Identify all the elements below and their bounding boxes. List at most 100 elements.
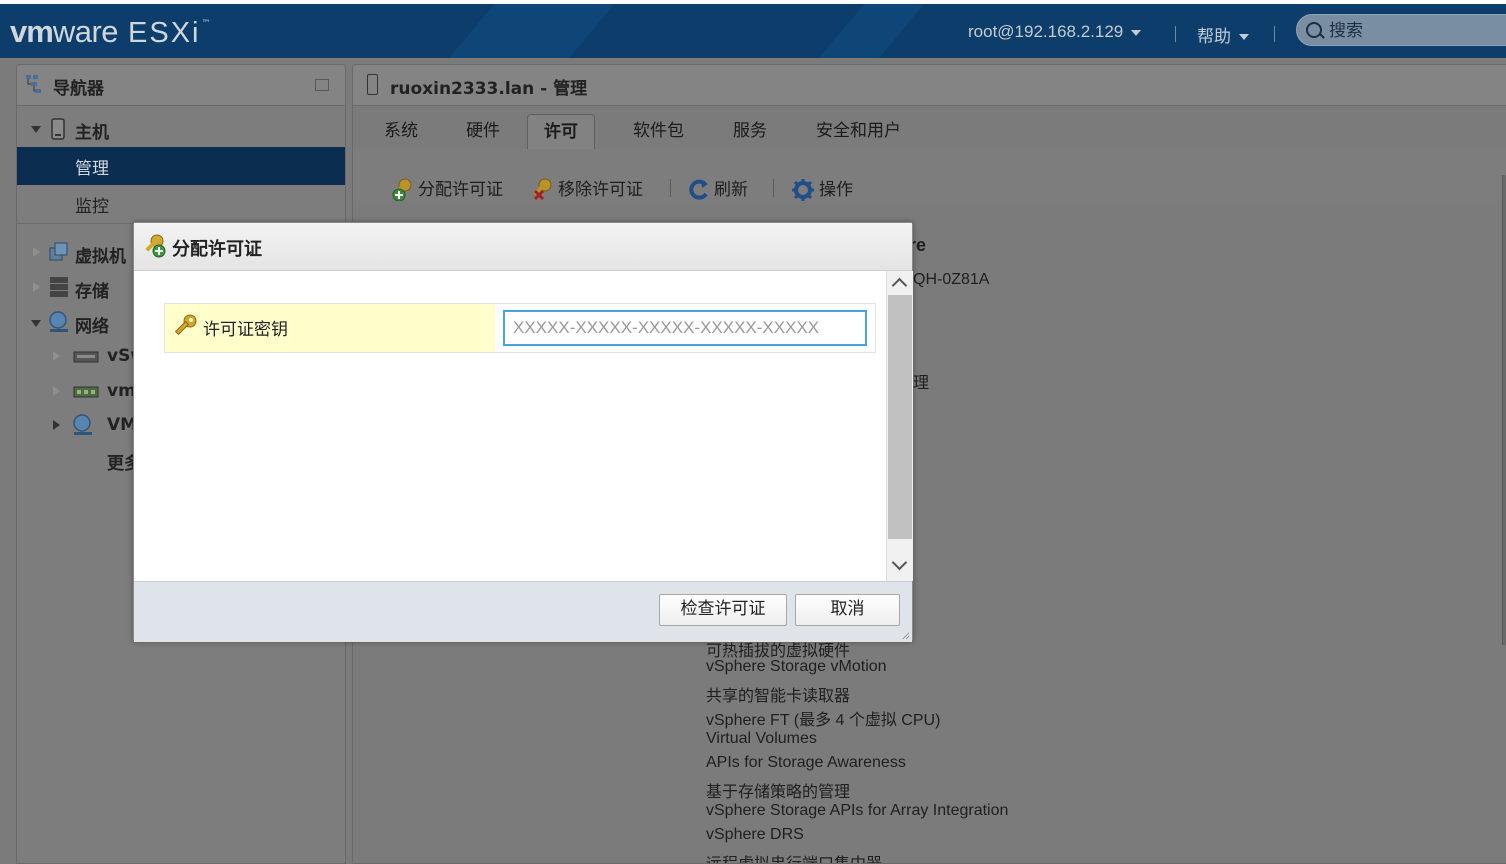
- logo-trademark: ™: [201, 19, 211, 29]
- dialog-footer: 检查许可证 取消: [134, 581, 912, 642]
- toolbar-divider: [773, 179, 774, 197]
- host-icon: [51, 118, 65, 140]
- nav-item-host[interactable]: 主机: [17, 111, 345, 147]
- scroll-down-icon[interactable]: [891, 554, 908, 571]
- main-header: ruoxin2333.lan - 管理: [353, 65, 1506, 106]
- remove-license-button[interactable]: 移除许可证: [530, 175, 643, 202]
- port-group-icon: [73, 414, 92, 435]
- license-key-input[interactable]: [503, 310, 867, 346]
- tab-packages[interactable]: 软件包: [617, 114, 700, 149]
- help-menu-label: 帮助: [1197, 27, 1231, 47]
- gear-icon: [792, 179, 814, 201]
- toolbar-label: 分配许可证: [418, 180, 503, 200]
- license-key-label-cell: 许可证密钥: [165, 304, 495, 352]
- feature-item: vSphere Storage vMotion: [706, 658, 887, 675]
- tab-label: 服务: [733, 121, 767, 141]
- expand-arrow-icon[interactable]: [31, 126, 41, 133]
- toolbar-label: 移除许可证: [558, 180, 643, 200]
- nic-icon: [73, 386, 99, 398]
- expand-arrow-icon[interactable]: [53, 386, 60, 396]
- vmware-esxi-logo: vm ware ESXi ™: [10, 14, 211, 50]
- nav-item-label: 主机: [75, 123, 109, 143]
- top-header-bar: vm ware ESXi ™ root@192.168.2.129 帮助: [0, 0, 1506, 58]
- logo-vm-text: vm: [10, 14, 54, 49]
- expand-arrow-icon[interactable]: [31, 320, 41, 327]
- user-menu-label: root@192.168.2.129: [968, 22, 1124, 41]
- dialog-header: 分配许可证: [134, 223, 912, 271]
- dialog-title: 分配许可证: [172, 239, 262, 260]
- dialog-body: 许可证密钥: [134, 271, 886, 581]
- tree-icon: [26, 75, 41, 93]
- feature-item: vSphere DRS: [706, 826, 804, 843]
- tab-licensing[interactable]: 许可: [527, 114, 595, 150]
- feature-item: 远程虚拟串行端口集中器: [706, 854, 883, 864]
- tab-label: 安全和用户: [816, 121, 901, 141]
- help-menu[interactable]: 帮助: [1197, 22, 1249, 47]
- search-box[interactable]: [1296, 14, 1506, 46]
- key-remove-icon: [533, 178, 552, 201]
- key-add-icon: [392, 178, 412, 202]
- toolbar: 分配许可证 移除许可证 刷新 操作: [353, 149, 1506, 202]
- toolbar-label: 刷新: [714, 180, 748, 200]
- toolbar-divider: [670, 179, 671, 197]
- check-license-button[interactable]: 检查许可证: [659, 594, 787, 626]
- scrollbar-thumb[interactable]: [888, 295, 912, 539]
- header-divider: [1274, 26, 1275, 42]
- expand-arrow-icon[interactable]: [53, 351, 60, 361]
- scroll-up-icon[interactable]: [891, 277, 908, 294]
- search-icon: [1306, 22, 1322, 38]
- license-key-value: QH-0Z81A: [913, 271, 990, 288]
- navigator-header: 导航器: [17, 65, 345, 106]
- nav-item-manage[interactable]: 管理: [17, 147, 345, 185]
- search-input[interactable]: [1327, 19, 1501, 43]
- resize-grip-icon[interactable]: [902, 632, 909, 639]
- feature-item: vSphere Storage APIs for Array Integrati…: [706, 802, 1009, 819]
- assign-license-button[interactable]: 分配许可证: [390, 175, 503, 202]
- toolbar-label: 操作: [819, 180, 853, 200]
- feature-item: APIs for Storage Awareness: [706, 754, 906, 771]
- nav-item-label: 存储: [75, 282, 109, 302]
- virtual-machine-icon: [49, 242, 68, 261]
- tab-label: 许可: [544, 122, 578, 142]
- feature-item: 基于存储策略的管理: [706, 782, 851, 801]
- header-decoration: [445, 4, 615, 58]
- nav-item-monitor[interactable]: 监控: [17, 185, 345, 221]
- license-key-label: 许可证密钥: [203, 320, 288, 340]
- expand-arrow-icon[interactable]: [53, 420, 60, 430]
- refresh-button[interactable]: 刷新: [688, 175, 748, 202]
- refresh-icon: [689, 179, 708, 200]
- page-title: ruoxin2333.lan - 管理: [390, 79, 588, 99]
- feature-item: Virtual Volumes: [706, 730, 817, 747]
- virtual-switch-icon: [73, 351, 99, 363]
- header-decoration: [815, 4, 925, 58]
- expand-arrow-icon[interactable]: [33, 247, 40, 257]
- key-icon: [174, 314, 197, 336]
- dialog-scrollbar[interactable]: [886, 271, 913, 581]
- header-divider: [1175, 26, 1176, 42]
- license-key-row: 许可证密钥: [164, 303, 876, 353]
- expand-arrow-icon[interactable]: [33, 282, 40, 292]
- main-scrollbar[interactable]: [1502, 175, 1506, 645]
- actions-button[interactable]: 操作: [791, 175, 853, 202]
- cancel-button[interactable]: 取消: [795, 594, 900, 626]
- host-icon: [367, 74, 378, 95]
- user-menu[interactable]: root@192.168.2.129: [968, 22, 1142, 42]
- navigator-title: 导航器: [53, 79, 104, 99]
- tab-label: 软件包: [633, 121, 684, 141]
- key-add-icon: [145, 234, 166, 258]
- logo-product-text: ESXi: [128, 17, 201, 49]
- tab-label: 硬件: [466, 121, 500, 141]
- tab-security-users[interactable]: 安全和用户: [800, 114, 917, 149]
- storage-icon: [50, 277, 68, 297]
- nav-item-label: 管理: [75, 159, 109, 179]
- chevron-down-icon: [1131, 29, 1142, 36]
- logo-ware-text: ware: [52, 14, 119, 49]
- tab-label: 系统: [384, 121, 418, 141]
- tab-system[interactable]: 系统: [368, 114, 434, 149]
- collapse-panel-icon[interactable]: [315, 79, 329, 91]
- nav-item-label: 虚拟机: [75, 247, 126, 267]
- network-icon: [49, 311, 68, 332]
- tab-services[interactable]: 服务: [717, 114, 783, 149]
- feature-item: 共享的智能卡读取器: [706, 686, 851, 705]
- tab-hardware[interactable]: 硬件: [450, 114, 516, 149]
